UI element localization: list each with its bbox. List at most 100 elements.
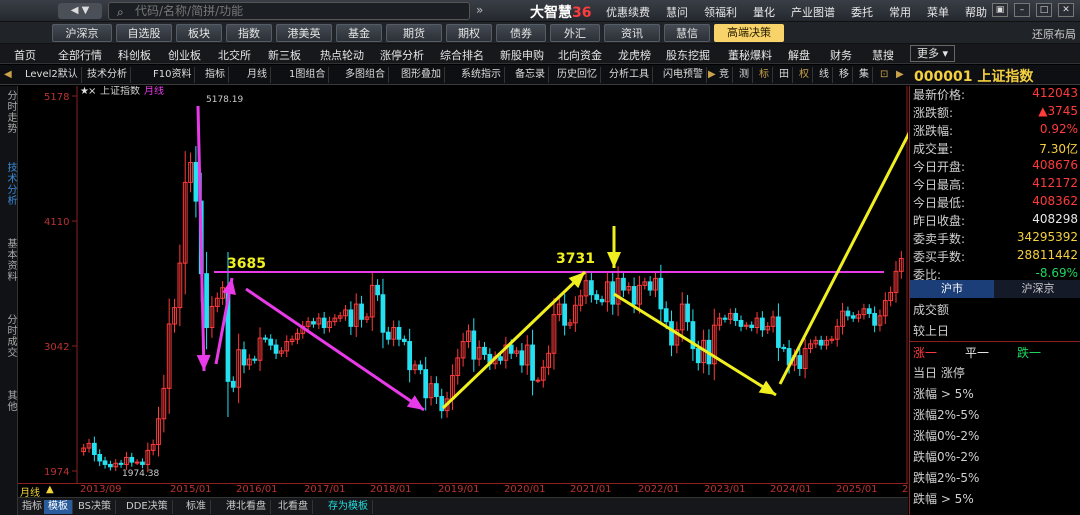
close-icon[interactable]: ✕: [1058, 3, 1074, 17]
toolbar-button[interactable]: 沪深京: [52, 24, 112, 42]
quote-row: 委卖手数: 34295392: [913, 230, 1078, 247]
chart-tool[interactable]: 闪电预警: [660, 67, 707, 83]
menu-item[interactable]: 常用: [881, 4, 919, 20]
nav-item[interactable]: 新股申购: [500, 47, 544, 63]
side-tab[interactable]: 其他: [2, 390, 16, 412]
nav-item[interactable]: 综合排名: [440, 47, 484, 63]
chart-tool[interactable]: 技术分析: [84, 67, 131, 83]
chart-tool[interactable]: 月线: [244, 67, 271, 83]
chart-tool-short[interactable]: 集: [856, 67, 873, 83]
toolbar-button[interactable]: 基金: [336, 24, 382, 42]
nav-item[interactable]: 慧搜: [872, 47, 894, 63]
side-tab-active[interactable]: 技术分析: [2, 162, 16, 206]
nav-item[interactable]: 新三板: [268, 47, 301, 63]
nav-item[interactable]: 董秘爆料: [728, 47, 772, 63]
low-label: 1974.38: [122, 469, 159, 479]
chart-close-icon[interactable]: ×: [88, 86, 96, 97]
toolbar-button[interactable]: 港美英: [276, 24, 332, 42]
nav-item[interactable]: 全部行情: [58, 47, 102, 63]
nav-item[interactable]: 首页: [14, 47, 36, 63]
candle-body: [722, 317, 728, 320]
bottom-tab[interactable]: DDE决策: [122, 500, 173, 514]
menu-item[interactable]: 产业图谱: [783, 4, 843, 20]
toolbar-button[interactable]: 资讯: [604, 24, 660, 42]
nav-item[interactable]: 龙虎榜: [618, 47, 651, 63]
candle-body: [263, 337, 268, 340]
chart-tool[interactable]: 分析工具: [606, 67, 653, 83]
side-tab[interactable]: 分时走势: [2, 90, 16, 134]
bottom-tab-active[interactable]: 模板: [44, 500, 73, 514]
chart-tool[interactable]: 图形叠加: [398, 67, 445, 83]
chart-background: [18, 86, 908, 483]
toolbar-button[interactable]: 期货: [386, 24, 442, 42]
toolbar-button[interactable]: 自选股: [116, 24, 172, 42]
chart-tool-short[interactable]: 测: [736, 67, 753, 83]
bottom-tab[interactable]: 指标: [18, 500, 47, 514]
chart-tool-short[interactable]: 权: [796, 67, 813, 83]
more-dropdown[interactable]: 更多 ▾: [910, 45, 956, 62]
restore-layout-button[interactable]: 还原布局: [1032, 26, 1076, 42]
bottom-tab[interactable]: 港北看盘: [222, 500, 271, 514]
chart-tool[interactable]: 备忘录: [512, 67, 549, 83]
stat-list-row: 涨幅 > 5%: [913, 385, 1078, 402]
menu-item[interactable]: 优惠续费: [598, 4, 658, 20]
maximize-icon[interactable]: □: [1036, 3, 1052, 17]
nav-item[interactable]: 科创板: [118, 47, 151, 63]
toolbar-button[interactable]: 期权: [446, 24, 492, 42]
menu-item[interactable]: 量化: [745, 4, 783, 20]
menu-item[interactable]: 委托: [843, 4, 881, 20]
chart-tool[interactable]: 指标: [202, 67, 229, 83]
back-forward-buttons[interactable]: ◀ ▼: [58, 3, 102, 19]
back-icon[interactable]: ◀: [2, 67, 14, 83]
bottom-tab[interactable]: 北看盘: [274, 500, 313, 514]
candlestick-chart[interactable]: 1974304241105178 ★ × 上证指数 月线 5178.19 197…: [18, 86, 908, 483]
nav-item[interactable]: 解盘: [788, 47, 810, 63]
tab-all-markets[interactable]: 沪深京: [996, 280, 1080, 298]
chart-tool[interactable]: Level2默认: [22, 67, 82, 83]
menu-item[interactable]: 慧问: [658, 4, 696, 20]
chart-tool-short[interactable]: 竞: [716, 67, 733, 83]
nav-item[interactable]: 北交所: [218, 47, 251, 63]
toolbar-button[interactable]: 债券: [496, 24, 546, 42]
toolbar-button[interactable]: 板块: [176, 24, 222, 42]
menu-item[interactable]: 菜单: [919, 4, 957, 20]
quote-label: 今日开盘:: [913, 160, 966, 174]
nav-item[interactable]: 股东挖掘: [666, 47, 710, 63]
menu-item[interactable]: 帮助: [957, 4, 995, 20]
toolbar-button[interactable]: 慧信: [664, 24, 710, 42]
quote-row: 最新价格: 412043: [913, 86, 1078, 103]
nav-item[interactable]: 创业板: [168, 47, 201, 63]
chart-tool-short[interactable]: 田: [776, 67, 793, 83]
side-tab[interactable]: 基本资料: [2, 238, 16, 282]
expand-icon[interactable]: »: [476, 3, 483, 17]
chart-tool[interactable]: 多图组合: [342, 67, 389, 83]
toolbar-button[interactable]: 外汇: [550, 24, 600, 42]
nav-item[interactable]: 热点轮动: [320, 47, 364, 63]
nav-item[interactable]: 北向资金: [558, 47, 602, 63]
chart-tool[interactable]: F10资料: [150, 67, 196, 83]
premium-decision-button[interactable]: 高端决策: [714, 24, 784, 42]
bottom-tab[interactable]: 标准: [182, 500, 211, 514]
nav-item[interactable]: 涨停分析: [380, 47, 424, 63]
save-template-button[interactable]: 存为模板: [324, 500, 373, 514]
side-tab[interactable]: 分时成交: [2, 314, 16, 358]
chart-tool-short[interactable]: 标: [756, 67, 773, 83]
chart-tool-short[interactable]: 线: [816, 67, 833, 83]
app-icon[interactable]: ▣: [992, 3, 1008, 17]
expand-panel-icon[interactable]: ⊡: [878, 67, 890, 83]
candle-body: [385, 331, 391, 340]
toolbar-button[interactable]: 指数: [226, 24, 272, 42]
nav-item[interactable]: 财务: [830, 47, 852, 63]
search-input[interactable]: ⌕ 代码/名称/简拼/功能: [108, 2, 470, 20]
period-dropdown-icon[interactable]: ▲: [46, 484, 54, 495]
chart-tool[interactable]: 历史回忆: [554, 67, 601, 83]
chart-tool[interactable]: 系统指示: [458, 67, 505, 83]
bottom-tab[interactable]: BS决策: [74, 500, 117, 514]
chart-tool-short[interactable]: 移: [836, 67, 853, 83]
minimize-icon[interactable]: –: [1014, 3, 1030, 17]
tab-shanghai[interactable]: 沪市: [910, 280, 994, 298]
menu-item[interactable]: 领福利: [696, 4, 745, 20]
collapse-icon[interactable]: ▶: [894, 67, 906, 83]
chart-tool[interactable]: 1图组合: [286, 67, 330, 83]
candle-body: [599, 298, 605, 303]
